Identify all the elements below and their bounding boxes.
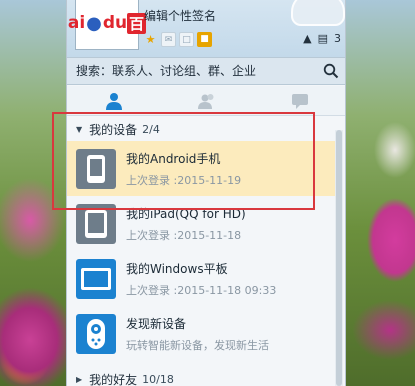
contact-list: ▼ 我的设备 2/4 我的Android手机 上次登录 :2015-11-19: [67, 117, 335, 386]
list-item[interactable]: 我的Android手机 上次登录 :2015-11-19: [67, 141, 335, 196]
tab-contacts[interactable]: [67, 86, 160, 115]
search-bar: [67, 57, 345, 85]
list-item[interactable]: 我的Windows平板 上次登录 :2015-11-18 09:33: [67, 251, 335, 306]
list-item[interactable]: 我的iPad(QQ for HD) 上次登录 :2015-11-18: [67, 196, 335, 251]
message-count: 3: [334, 32, 341, 45]
group-header-devices[interactable]: ▼ 我的设备 2/4: [67, 117, 335, 141]
tab-groups[interactable]: [160, 86, 253, 115]
skin-icon[interactable]: ▲: [303, 32, 311, 45]
signature-text[interactable]: 编辑个性签名: [144, 7, 216, 24]
weather-cloud-icon[interactable]: [291, 0, 345, 26]
mail-icon[interactable]: ✉: [161, 32, 176, 47]
windows-tablet-icon: [76, 258, 116, 299]
contact-icon: [105, 92, 122, 110]
scrollbar-thumb[interactable]: [336, 130, 342, 386]
chat-icon: [292, 93, 309, 109]
header-tools: ▲ ▤ 3: [303, 32, 341, 45]
chevron-down-icon: ▼: [76, 124, 83, 134]
baidu-logo: ai ● du 百: [67, 12, 147, 34]
scrollbar[interactable]: [335, 130, 343, 386]
main-tabs: [67, 86, 345, 116]
list-item[interactable]: 发现新设备 玩转智能新设备，发现新生活: [67, 306, 335, 361]
paw-icon: ●: [86, 12, 102, 34]
avatar[interactable]: ai ● du 百: [68, 0, 147, 50]
space-icon[interactable]: □: [179, 32, 194, 47]
search-input[interactable]: [76, 64, 306, 78]
qq-main-panel: ai ● du 百 编辑个性签名 ★ ✉ □ ■ ▲ ▤ 3 搜索：联系人、讨论…: [66, 0, 346, 386]
message-box-icon[interactable]: ▤: [318, 32, 328, 45]
chevron-right-icon: ▶: [76, 374, 83, 384]
wallet-icon[interactable]: ■: [197, 32, 212, 47]
tab-recent[interactable]: [254, 86, 345, 115]
search-icon[interactable]: [323, 63, 339, 79]
phone-icon: [76, 148, 116, 189]
group-icon: [197, 93, 214, 109]
profile-header: ai ● du 百 编辑个性签名 ★ ✉ □ ■ ▲ ▤ 3: [67, 0, 345, 57]
status-icons: ★ ✉ □ ■: [143, 32, 212, 47]
remote-icon: [76, 313, 116, 354]
tablet-icon: [76, 203, 116, 244]
group-header-friends[interactable]: ▶ 我的好友 10/18: [67, 370, 174, 386]
star-icon[interactable]: ★: [143, 32, 158, 47]
